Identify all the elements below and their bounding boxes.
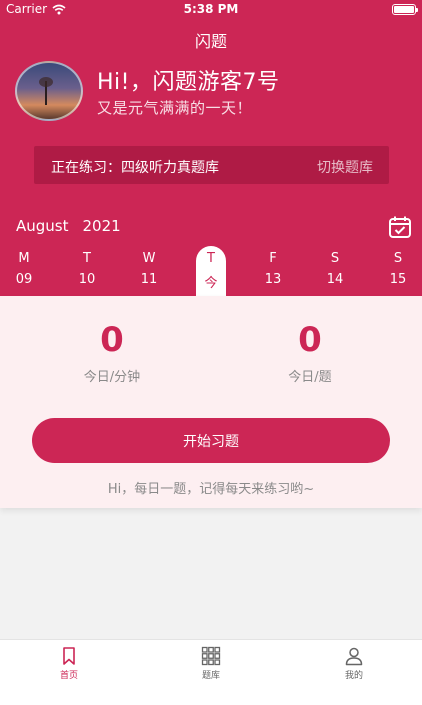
day-weekday: F <box>269 251 277 266</box>
questions-label: 今日/题 <box>288 370 332 385</box>
questions-value: 0 <box>298 320 322 360</box>
greeting-text: Hi!，闪题游客7号 <box>97 70 280 95</box>
battery-icon <box>392 4 418 15</box>
tab-question-bank[interactable]: 题库 <box>171 646 251 681</box>
day-date: 09 <box>15 272 33 287</box>
month-label: August 2021 <box>16 217 121 235</box>
day-mon[interactable]: M 09 <box>9 246 39 287</box>
day-date: 今 <box>204 276 218 291</box>
minutes-stat: 0 今日/分钟 <box>42 320 182 385</box>
day-weekday: S <box>330 251 340 266</box>
day-today[interactable]: T今 <box>196 246 226 296</box>
tab-home[interactable]: 首页 <box>29 646 109 681</box>
status-bar: Carrier 5:38 PM <box>0 0 422 20</box>
calendar-check-icon[interactable] <box>388 215 412 239</box>
tab-profile[interactable]: 我的 <box>314 646 394 681</box>
today-panel: 0 今日/分钟 0 今日/题 开始习题 Hi，每日一题，记得每天来练习哟~ <box>0 296 422 508</box>
bookmark-icon <box>63 647 75 665</box>
tab-home-label: 首页 <box>59 671 78 681</box>
day-fri[interactable]: F 13 <box>258 246 288 287</box>
day-date: 15 <box>389 272 407 287</box>
day-weekday: T <box>83 251 91 266</box>
current-bank-bar: 正在练习：四级听力真题库 切换题库 <box>34 146 389 184</box>
tab-bar: 首页 题库 我的 <box>0 639 422 705</box>
day-wed[interactable]: W 11 <box>134 246 164 287</box>
subgreeting-text: 又是元气满满的一天！ <box>97 99 253 117</box>
current-bank-label: 正在练习：四级听力真题库 <box>51 160 219 176</box>
day-sun[interactable]: S 15 <box>383 246 413 287</box>
switch-bank-button[interactable]: 切换题库 <box>317 157 373 177</box>
grid-icon <box>201 646 221 666</box>
start-practice-button[interactable]: 开始习题 <box>32 418 390 463</box>
header: Carrier 5:38 PM 闪题 Hi!，闪题游客7号 又是元气满满的一天！… <box>0 0 422 296</box>
week-strip: M 09 T 10 W 11 T今 F 13 S 14 S 15 <box>0 246 422 296</box>
person-icon <box>345 647 363 666</box>
day-weekday: M <box>18 251 30 266</box>
month-name: August <box>16 217 69 235</box>
questions-stat: 0 今日/题 <box>240 320 380 385</box>
year-label: 2021 <box>82 217 121 235</box>
day-date: 10 <box>78 272 96 287</box>
day-weekday: T <box>207 251 215 266</box>
day-sat[interactable]: S 14 <box>320 246 350 287</box>
day-date: 11 <box>140 272 158 287</box>
tab-question-bank-label: 题库 <box>201 671 220 681</box>
day-weekday: W <box>142 251 156 266</box>
minutes-label: 今日/分钟 <box>83 370 141 385</box>
day-date: 14 <box>326 272 344 287</box>
minutes-value: 0 <box>100 320 124 360</box>
daily-hint: Hi，每日一题，记得每天来练习哟~ <box>107 482 315 497</box>
day-date: 13 <box>264 272 282 287</box>
tab-profile-label: 我的 <box>344 671 363 681</box>
clock: 5:38 PM <box>183 2 239 16</box>
avatar[interactable] <box>15 61 83 121</box>
page-title: 闪题 <box>194 32 227 51</box>
day-tue[interactable]: T 10 <box>72 246 102 287</box>
day-weekday: S <box>393 251 403 266</box>
